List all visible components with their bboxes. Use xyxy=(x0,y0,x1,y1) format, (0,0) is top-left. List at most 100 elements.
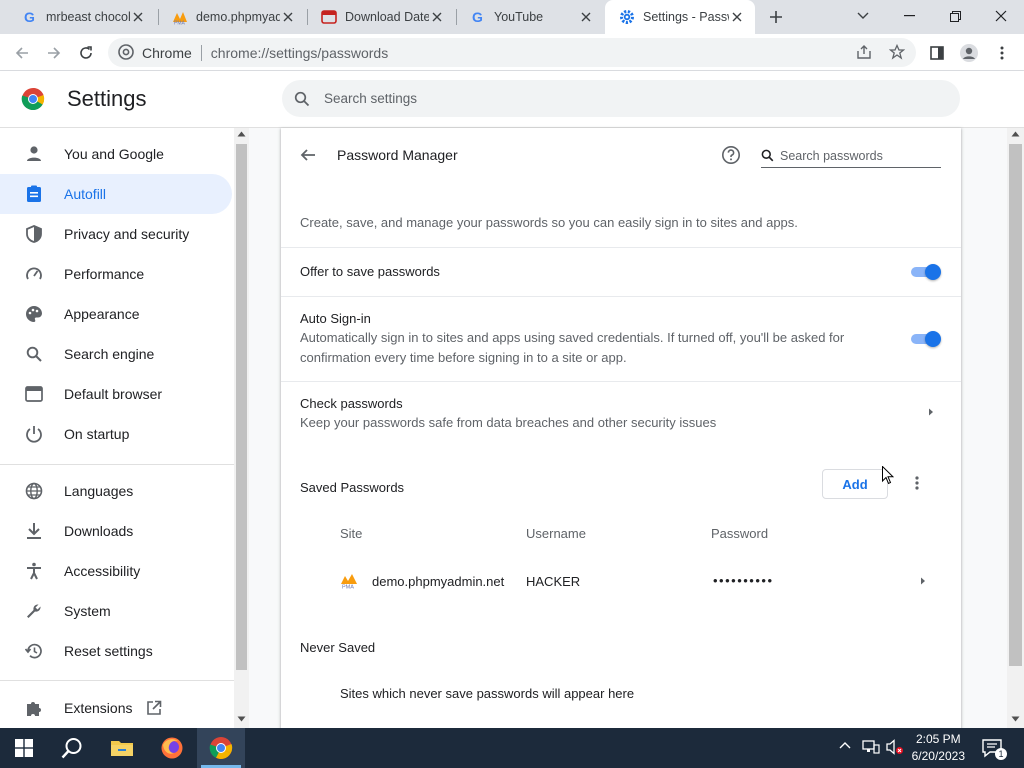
settings-title: Settings xyxy=(67,86,147,111)
sidebar-item-languages[interactable]: Languages xyxy=(0,471,232,511)
scrollbar-thumb[interactable] xyxy=(236,144,247,670)
sidebar-item-label: Languages xyxy=(64,483,134,499)
sidebar-item-performance[interactable]: Performance xyxy=(0,254,232,294)
scroll-down-arrow-icon[interactable] xyxy=(1011,716,1020,722)
close-tab-icon[interactable] xyxy=(429,9,445,25)
table-row[interactable]: PMA demo.phpmyadmin.net HACKER •••••••••… xyxy=(281,558,961,606)
close-tab-icon[interactable] xyxy=(280,9,296,25)
close-tab-icon[interactable] xyxy=(729,9,745,25)
forward-button[interactable] xyxy=(43,42,65,64)
sidebar-scrollbar[interactable] xyxy=(234,128,249,728)
search-passwords-input[interactable]: Search passwords xyxy=(761,144,941,168)
share-icon[interactable] xyxy=(856,44,872,60)
bookmark-star-icon[interactable] xyxy=(889,44,905,60)
tab-strip: G mrbeast chocola PMA demo.phpmyadm Down… xyxy=(0,0,1024,34)
chevron-right-icon[interactable] xyxy=(920,577,926,585)
row-divider xyxy=(281,247,961,248)
column-header-password: Password xyxy=(711,526,769,541)
sidebar-item-system[interactable]: System xyxy=(0,591,232,631)
restore-icon xyxy=(24,641,44,661)
sidebar-item-search-engine[interactable]: Search engine xyxy=(0,334,232,374)
saved-passwords-heading: Saved Passwords xyxy=(300,480,404,495)
sidebar-item-on-startup[interactable]: On startup xyxy=(0,414,232,454)
sidebar-item-label: On startup xyxy=(64,426,130,442)
side-panel-icon[interactable] xyxy=(926,42,948,64)
file-explorer-icon[interactable] xyxy=(98,728,146,768)
saved-site: demo.phpmyadmin.net xyxy=(372,574,505,589)
search-taskbar-icon[interactable] xyxy=(48,728,96,768)
restore-button[interactable] xyxy=(932,0,978,32)
tab-title: YouTube xyxy=(494,10,544,24)
download-icon xyxy=(24,521,44,541)
clipboard-icon xyxy=(24,184,44,204)
sidebar-item-label: You and Google xyxy=(64,146,164,162)
tab-title: demo.phpmyadm xyxy=(196,10,280,24)
check-passwords-row[interactable]: Check passwords Keep your passwords safe… xyxy=(281,382,961,440)
sidebar-item-label: Reset settings xyxy=(64,643,153,659)
tab-settings[interactable]: Settings - Passw xyxy=(605,0,755,34)
content-scrollbar[interactable] xyxy=(1007,128,1024,728)
address-bar[interactable]: Chrome chrome://settings/passwords xyxy=(108,38,916,67)
close-tab-icon[interactable] xyxy=(578,9,594,25)
svg-text:G: G xyxy=(24,9,35,25)
tab-youtube[interactable]: G YouTube xyxy=(456,0,604,34)
palette-icon xyxy=(24,304,44,324)
sidebar-item-default-browser[interactable]: Default browser xyxy=(0,374,232,414)
row-divider xyxy=(281,296,961,297)
tab-phpmyadmin[interactable]: PMA demo.phpmyadm xyxy=(158,0,306,34)
back-arrow-button[interactable] xyxy=(300,147,316,163)
tab-download-date[interactable]: Download Date xyxy=(307,0,455,34)
power-icon xyxy=(24,424,44,444)
tab-mrbeast[interactable]: G mrbeast chocola xyxy=(8,0,156,34)
auto-signin-toggle[interactable] xyxy=(909,331,941,347)
system-clock[interactable]: 2:05 PM 6/20/2023 xyxy=(912,731,965,765)
new-tab-button[interactable] xyxy=(766,7,786,27)
offer-to-save-toggle[interactable] xyxy=(909,264,941,280)
close-window-button[interactable] xyxy=(978,0,1024,32)
column-header-username: Username xyxy=(526,526,586,541)
profile-avatar-icon[interactable] xyxy=(958,42,980,64)
help-icon[interactable] xyxy=(721,145,741,165)
scroll-up-arrow-icon[interactable] xyxy=(237,131,246,137)
mouse-cursor-icon xyxy=(882,466,894,485)
chrome-site-icon[interactable] xyxy=(118,44,134,60)
network-icon[interactable] xyxy=(862,739,880,755)
saved-password: •••••••••• xyxy=(713,573,774,588)
chrome-menu-icon[interactable] xyxy=(991,42,1013,64)
back-button[interactable] xyxy=(11,42,33,64)
sidebar-item-privacy[interactable]: Privacy and security xyxy=(0,214,232,254)
sidebar-item-you-and-google[interactable]: You and Google xyxy=(0,134,232,174)
auto-signin-description-line2: confirmation every time before signing i… xyxy=(300,350,627,365)
more-actions-icon[interactable] xyxy=(915,475,919,491)
search-placeholder: Search settings xyxy=(324,91,418,106)
chevron-right-icon xyxy=(928,408,934,416)
check-passwords-label: Check passwords xyxy=(300,396,403,411)
sidebar-item-downloads[interactable]: Downloads xyxy=(0,511,232,551)
sidebar-item-reset-settings[interactable]: Reset settings xyxy=(0,631,232,671)
show-hidden-icons-chevron[interactable] xyxy=(839,741,851,749)
sidebar-item-extensions[interactable]: Extensions xyxy=(0,688,232,728)
volume-muted-icon[interactable] xyxy=(886,739,904,755)
scroll-down-arrow-icon[interactable] xyxy=(237,716,246,722)
sidebar-item-autofill[interactable]: Autofill xyxy=(0,174,232,214)
sidebar-item-accessibility[interactable]: Accessibility xyxy=(0,551,232,591)
search-passwords-placeholder: Search passwords xyxy=(780,148,883,163)
tab-search-button[interactable] xyxy=(840,0,886,32)
search-settings-input[interactable]: Search settings xyxy=(282,80,960,117)
notifications-icon[interactable]: 1 xyxy=(982,738,1007,760)
speedometer-icon xyxy=(24,264,44,284)
firefox-icon[interactable] xyxy=(148,728,196,768)
start-button[interactable] xyxy=(0,728,48,768)
close-tab-icon[interactable] xyxy=(130,9,146,25)
scroll-up-arrow-icon[interactable] xyxy=(1011,131,1020,137)
url-text[interactable]: chrome://settings/passwords xyxy=(211,45,388,61)
windows-taskbar: 2:05 PM 6/20/2023 1 xyxy=(0,728,1024,768)
reload-button[interactable] xyxy=(75,42,97,64)
minimize-button[interactable] xyxy=(886,0,932,32)
toggle-knob xyxy=(925,331,941,347)
add-password-button[interactable]: Add xyxy=(822,469,888,499)
scrollbar-thumb[interactable] xyxy=(1009,144,1022,666)
chrome-taskbar-icon[interactable] xyxy=(197,728,245,768)
clock-time: 2:05 PM xyxy=(915,732,961,746)
sidebar-item-appearance[interactable]: Appearance xyxy=(0,294,232,334)
